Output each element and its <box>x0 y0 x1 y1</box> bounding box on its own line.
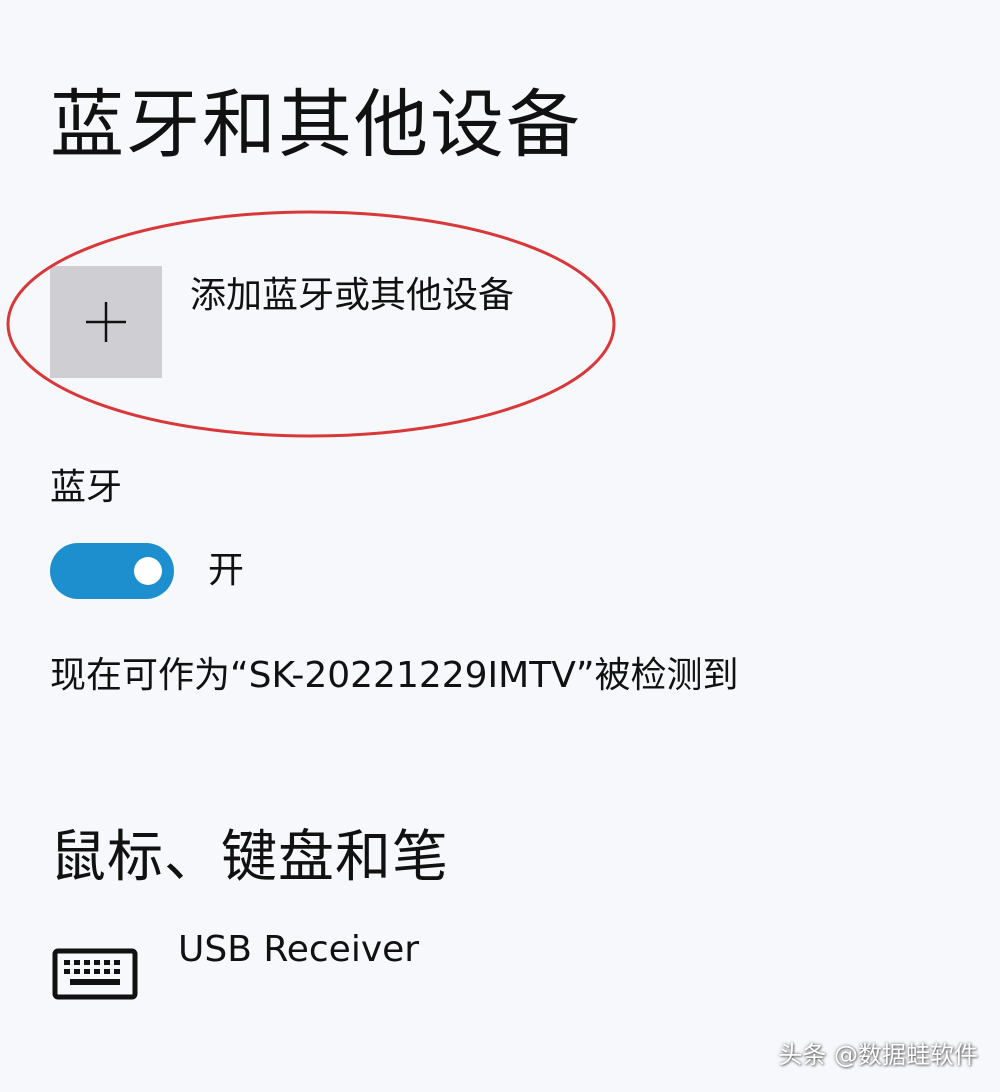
toggle-state-label: 开 <box>208 550 245 591</box>
plus-icon <box>82 298 130 346</box>
discoverable-status: 现在可作为“SK-20221229IMTV”被检测到 <box>50 655 739 696</box>
bluetooth-toggle[interactable] <box>50 543 174 599</box>
watermark: 头条 @数据蛙软件 <box>778 1041 978 1069</box>
add-device-label: 添加蓝牙或其他设备 <box>190 275 515 316</box>
device-name: USB Receiver <box>178 929 420 970</box>
bluetooth-label: 蓝牙 <box>50 467 123 508</box>
bluetooth-toggle-row: 开 <box>50 543 244 599</box>
add-device-button[interactable]: 添加蓝牙或其他设备 <box>50 266 514 378</box>
toggle-knob <box>134 557 162 585</box>
page-title: 蓝牙和其他设备 <box>50 82 582 168</box>
keyboard-icon <box>52 948 138 1000</box>
device-item-usb-receiver[interactable]: USB Receiver <box>52 930 419 1000</box>
add-device-tile[interactable] <box>50 266 162 378</box>
mouse-keyboard-pen-title: 鼠标、键盘和笔 <box>50 825 449 890</box>
